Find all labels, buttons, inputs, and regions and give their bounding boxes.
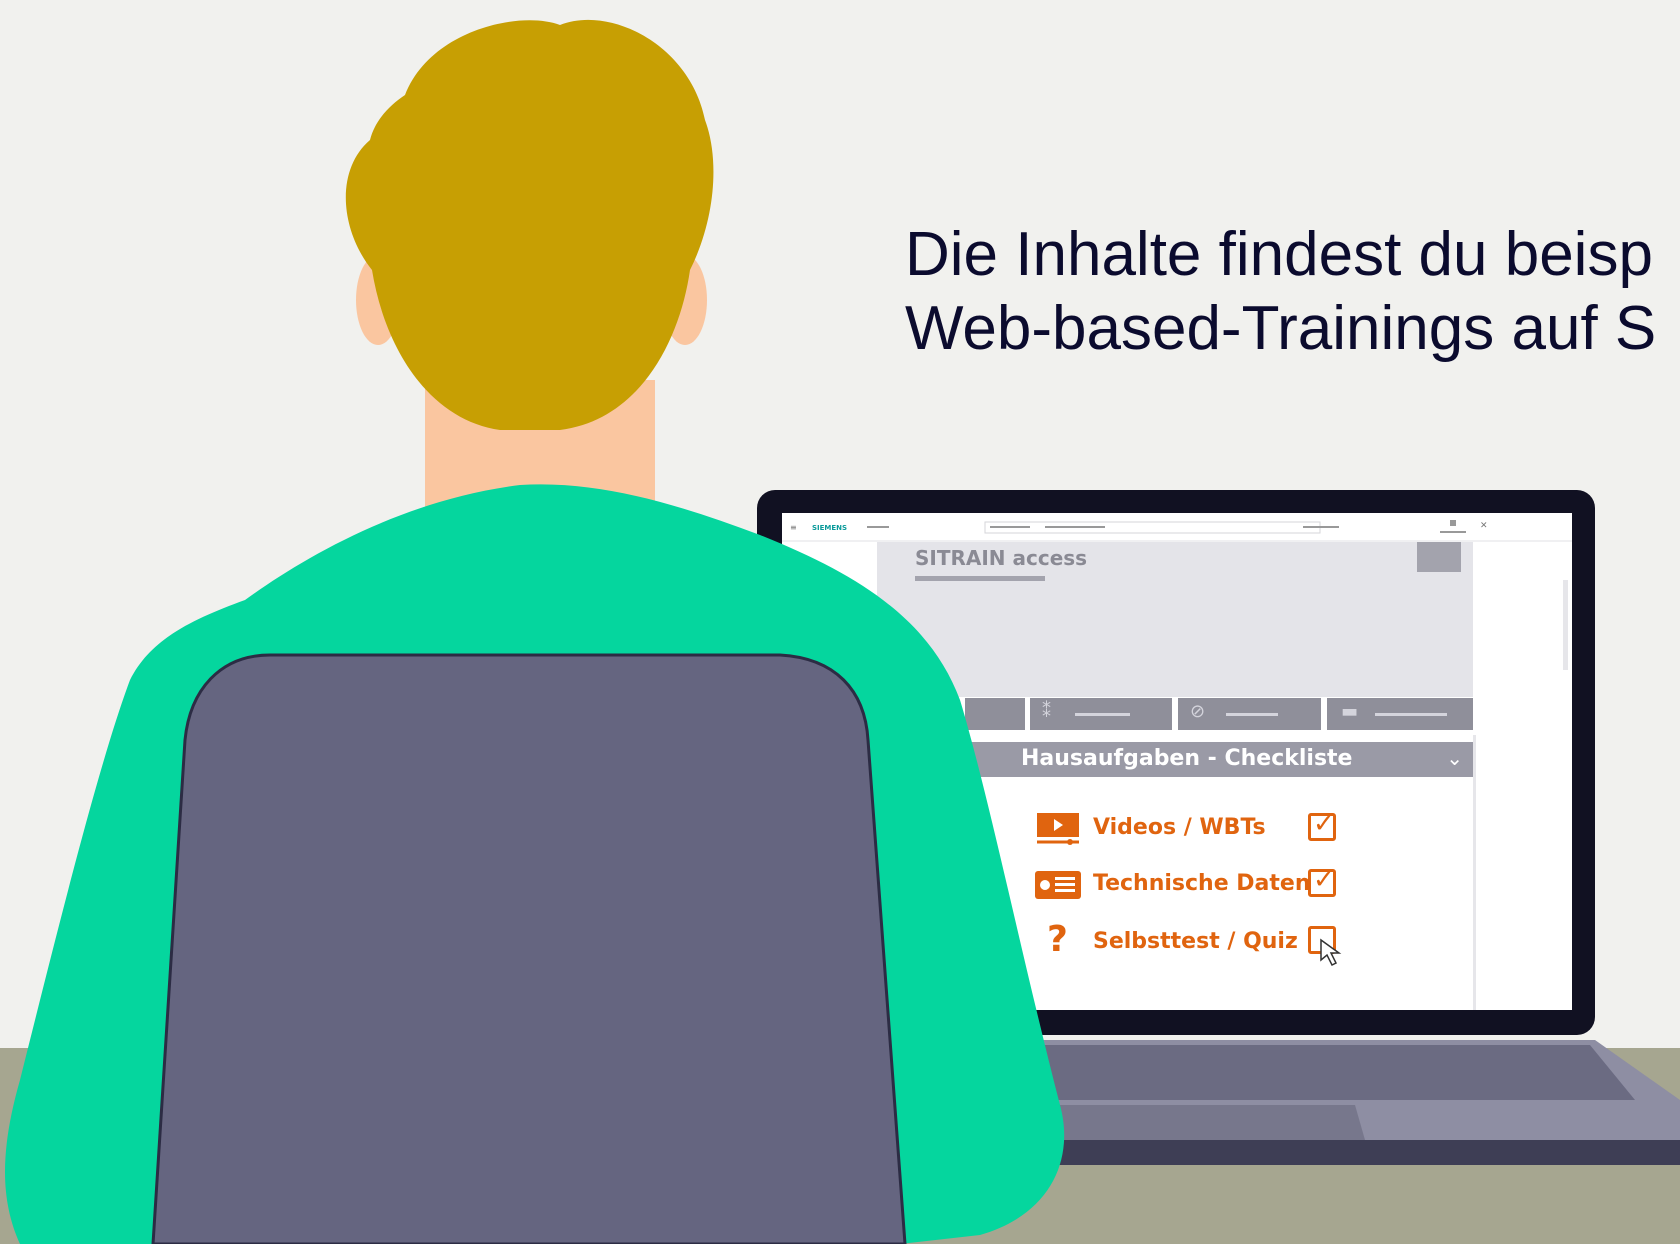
hair (345, 19, 714, 430)
person-illustration (5, 19, 1065, 1244)
chair-back (151, 653, 907, 1244)
